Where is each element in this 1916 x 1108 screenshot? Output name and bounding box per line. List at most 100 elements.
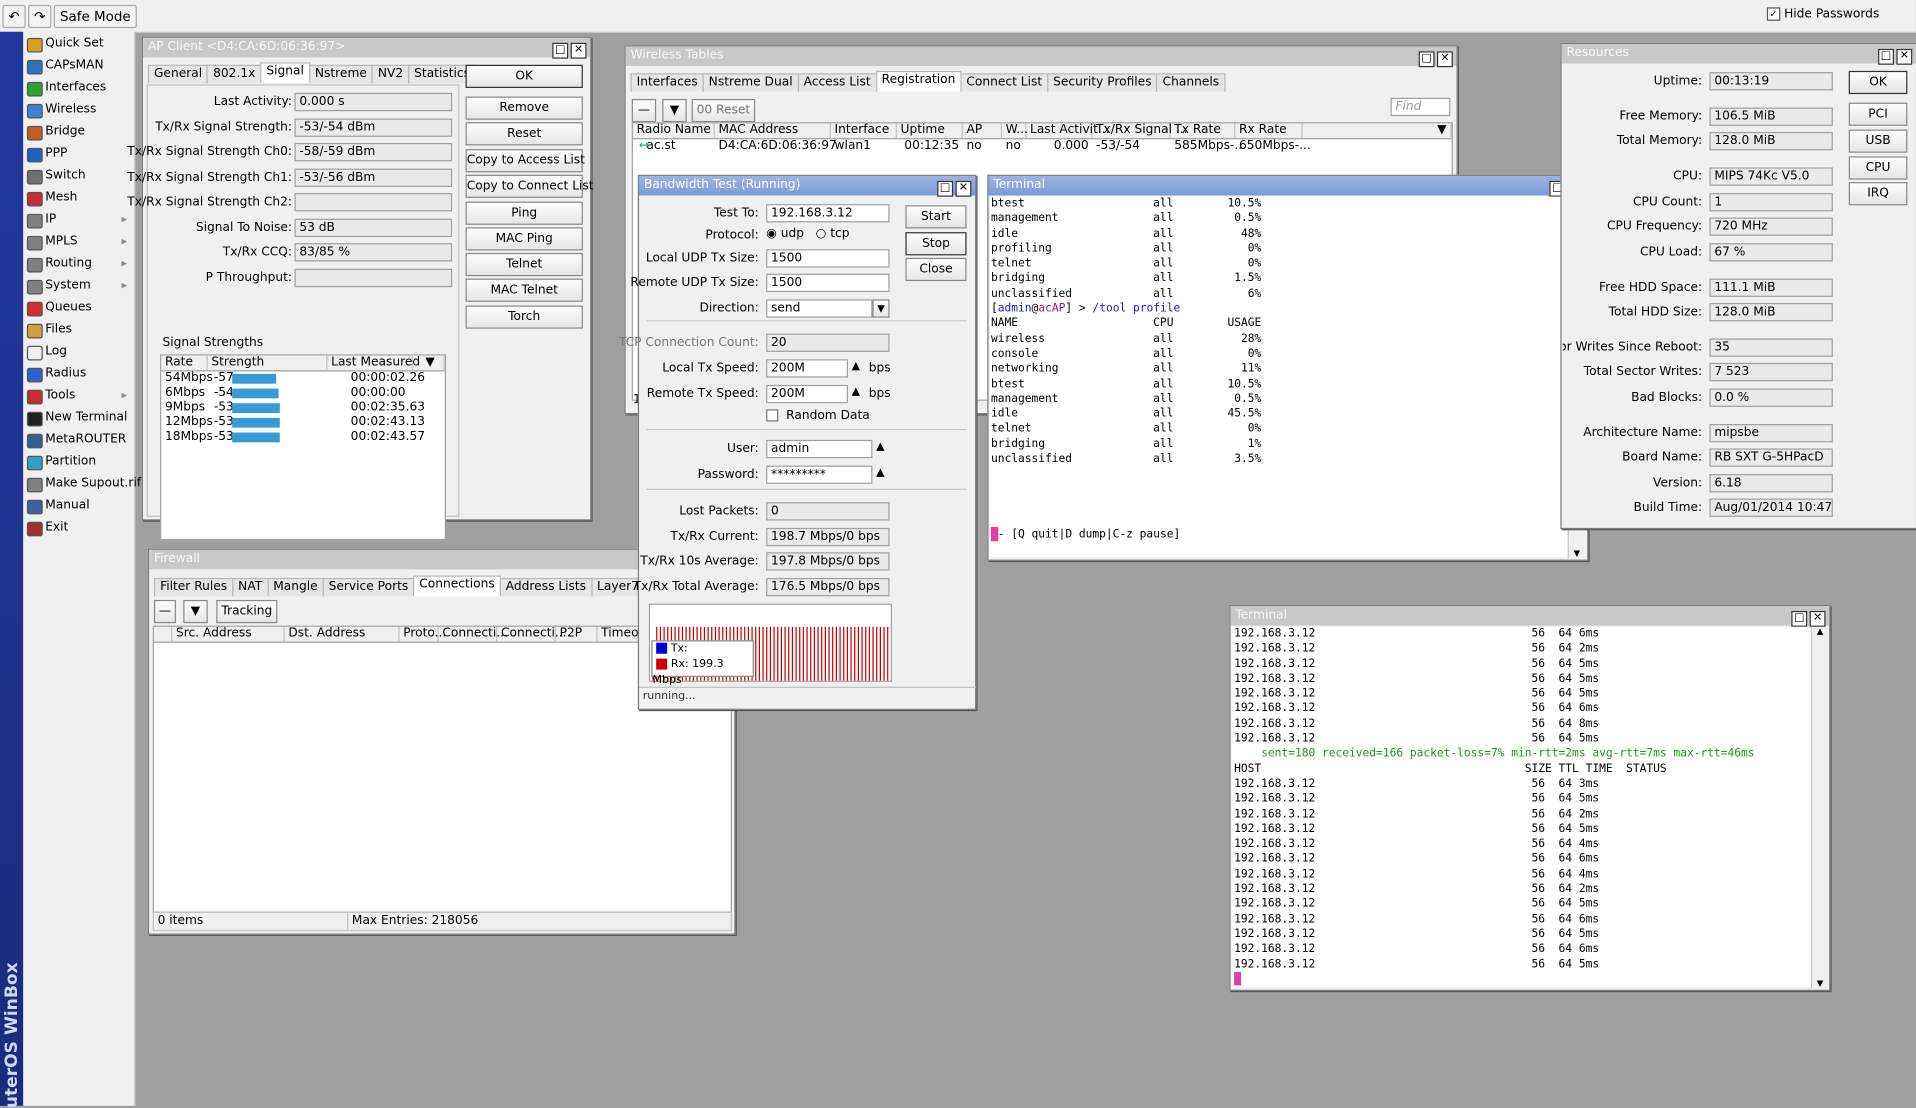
table-row[interactable]: 6Mbps -54 00:00:00 <box>161 386 444 401</box>
tab-nat[interactable]: NAT <box>232 577 269 597</box>
tab-connections[interactable]: Connections <box>413 575 501 597</box>
tab-access-list[interactable]: Access List <box>797 73 877 92</box>
sidebar-item-mpls[interactable]: MPLS ▸ <box>23 231 134 253</box>
terminal-output[interactable]: 192.168.3.12 56 64 6ms 192.168.3.12 56 64… <box>1231 626 1813 988</box>
column-header[interactable]: AP <box>963 123 1002 139</box>
close-icon[interactable]: ✕ <box>955 180 972 197</box>
table-row[interactable]: ac.st D4:CA:6D:06:36:97 wlan1 00:12:35 no no 0… <box>633 139 1452 154</box>
column-menu-icon[interactable]: ▼ <box>413 355 445 371</box>
cpu-button[interactable]: CPU <box>1848 156 1908 180</box>
mac-telnet-button[interactable]: MAC Telnet <box>465 278 583 302</box>
tab-nv2[interactable]: NV2 <box>371 64 410 84</box>
remote-speed-input[interactable]: 200M <box>766 384 848 404</box>
pci-button[interactable]: PCI <box>1848 102 1908 126</box>
sidebar-item-metarouter[interactable]: MetaROUTER <box>23 429 134 451</box>
col-last-measured[interactable]: Last Measured <box>327 355 420 371</box>
sidebar-item-ip[interactable]: IP ▸ <box>23 209 134 231</box>
remote-udp-input[interactable]: 1500 <box>766 273 890 293</box>
remove-button[interactable]: Remove <box>465 96 583 120</box>
tab-registration[interactable]: Registration <box>875 70 962 92</box>
sidebar-item-interfaces[interactable]: Interfaces <box>23 77 134 99</box>
sidebar-item-bridge[interactable]: Bridge <box>23 121 134 143</box>
sidebar-item-queues[interactable]: Queues <box>23 297 134 319</box>
column-header[interactable]: Rx Rate <box>1235 123 1303 139</box>
sidebar-item-system[interactable]: System ▸ <box>23 275 134 297</box>
sidebar-item-log[interactable]: Log <box>23 341 134 363</box>
ok-button[interactable]: OK <box>1848 70 1908 95</box>
sidebar-item-manual[interactable]: Manual <box>23 495 134 517</box>
collapse-up-icon[interactable]: ▲ <box>876 441 884 453</box>
sidebar-item-partition[interactable]: Partition <box>23 451 134 473</box>
hide-passwords-checkbox[interactable]: ✓ <box>1766 7 1781 21</box>
local-speed-input[interactable]: 200M <box>766 359 848 378</box>
column-header[interactable]: Interface <box>831 123 897 139</box>
sidebar-item-make-supout-rif[interactable]: Make Supout.rif <box>23 473 141 495</box>
sidebar-item-routing[interactable]: Routing ▸ <box>23 253 134 275</box>
column-header[interactable]: Radio Name <box>633 123 715 139</box>
sidebar-item-new-terminal[interactable]: New Terminal <box>23 407 134 429</box>
maximize-icon[interactable]: □ <box>1878 48 1894 65</box>
tab-channels[interactable]: Channels <box>1156 73 1226 92</box>
table-row[interactable]: 54Mbps -57 00:00:02.26 <box>161 371 444 386</box>
maximize-icon[interactable]: □ <box>552 42 569 59</box>
maximize-icon[interactable]: □ <box>1791 610 1808 627</box>
column-header[interactable]: Proto... <box>400 626 446 642</box>
column-header[interactable]: Uptime <box>897 123 963 139</box>
sidebar-item-radius[interactable]: Radius <box>23 363 134 385</box>
sidebar-item-files[interactable]: Files <box>23 319 134 341</box>
col-strength[interactable]: Strength <box>208 355 328 371</box>
column-header[interactable]: Src. Address <box>172 626 285 642</box>
column-header[interactable]: P2P <box>556 626 598 642</box>
torch-button[interactable]: Torch <box>465 305 583 329</box>
test-to-input[interactable]: 192.168.3.12 <box>766 204 890 223</box>
sidebar-item-ppp[interactable]: PPP <box>23 143 134 165</box>
sidebar-item-mesh[interactable]: Mesh <box>23 187 134 209</box>
telnet-button[interactable]: Telnet <box>465 252 583 277</box>
tab-general[interactable]: General <box>147 64 209 84</box>
redo-icon[interactable]: ↷ <box>28 4 52 29</box>
sidebar-item-exit[interactable]: Exit <box>23 517 134 539</box>
udp-radio[interactable]: ◉ <box>766 227 777 240</box>
hide-passwords-toggle[interactable]: ✓ Hide Passwords <box>1766 7 1879 21</box>
tcp-count-input[interactable]: 20 <box>766 333 890 352</box>
undo-icon[interactable]: ↶ <box>2 4 26 29</box>
sidebar-item-tools[interactable]: Tools ▸ <box>23 385 134 407</box>
tab-interfaces[interactable]: Interfaces <box>630 73 704 92</box>
close-icon[interactable]: ✕ <box>1809 610 1826 627</box>
usb-button[interactable]: USB <box>1848 129 1908 153</box>
stop-button[interactable]: Stop <box>905 232 967 256</box>
close-icon[interactable]: ✕ <box>570 42 587 59</box>
remove-icon[interactable]: — <box>153 599 176 624</box>
random-data-checkbox[interactable] <box>766 409 779 422</box>
column-header[interactable]: W... <box>1002 123 1028 139</box>
scroll-down-icon[interactable]: ▼ <box>1812 979 1828 989</box>
ping-button[interactable]: Ping <box>465 201 583 225</box>
sidebar-item-quick-set[interactable]: Quick Set <box>23 33 134 55</box>
tab-nstreme[interactable]: Nstreme <box>308 64 373 84</box>
tab-nstreme-dual[interactable]: Nstreme Dual <box>702 73 799 92</box>
column-header[interactable]: Connecti... <box>439 626 508 642</box>
column-header[interactable]: Last Activit... <box>1026 123 1110 139</box>
table-row[interactable]: 18Mbps -53 00:02:43.57 <box>161 430 444 445</box>
column-menu-icon[interactable]: ▼ <box>1430 123 1452 139</box>
collapse-up-icon[interactable]: ▲ <box>852 360 860 372</box>
random-data-toggle[interactable]: Random Data <box>766 409 870 423</box>
user-input[interactable]: admin <box>766 439 873 459</box>
tab-address-lists[interactable]: Address Lists <box>499 577 593 597</box>
column-header[interactable]: Tx Rate <box>1171 123 1236 139</box>
close-icon[interactable]: ✕ <box>1436 51 1453 68</box>
tracking-button[interactable]: Tracking <box>216 599 278 624</box>
column-header[interactable]: Tx/Rx Signal ... <box>1092 123 1188 139</box>
close-icon[interactable]: ✕ <box>1896 48 1913 65</box>
maximize-icon[interactable]: □ <box>1418 51 1435 68</box>
tab-security-profiles[interactable]: Security Profiles <box>1047 73 1158 92</box>
close-button[interactable]: Close <box>905 257 967 282</box>
column-header[interactable]: MAC Address <box>715 123 831 139</box>
scroll-down-icon[interactable]: ▼ <box>1569 549 1585 559</box>
chevron-down-icon[interactable]: ▼ <box>872 299 890 318</box>
scrollbar[interactable]: ▲ ▼ <box>1810 626 1828 989</box>
table-row[interactable]: 9Mbps -53 00:02:35.63 <box>161 401 444 416</box>
column-header[interactable]: Dst. Address <box>285 626 400 642</box>
tab-signal[interactable]: Signal <box>260 62 310 84</box>
filter-icon[interactable]: ▼ <box>662 98 687 123</box>
